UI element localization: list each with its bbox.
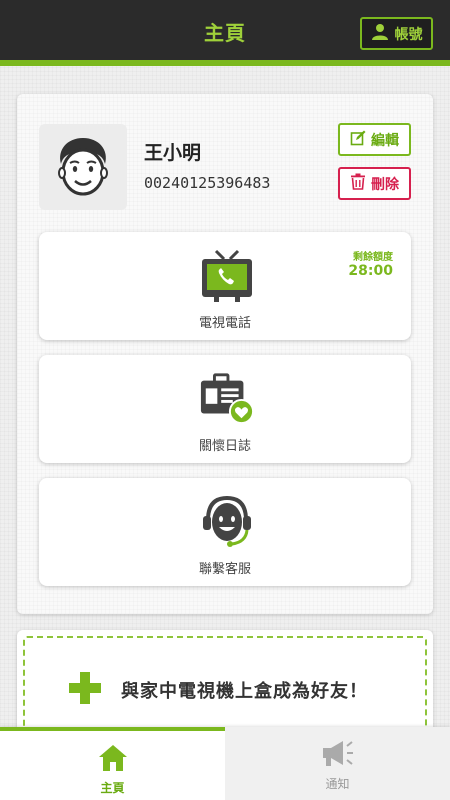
avatar bbox=[39, 124, 127, 210]
home-icon bbox=[0, 743, 225, 777]
profile-card: 王小明 00240125396483 編輯 刪除 剩餘額度 28:00 電視電話… bbox=[17, 94, 433, 614]
care-log-card[interactable]: 關懷日誌 bbox=[39, 355, 411, 463]
account-button-label: 帳號 bbox=[394, 26, 423, 43]
megaphone-icon bbox=[225, 739, 450, 773]
user-id: 00240125396483 bbox=[144, 174, 271, 192]
care-log-icon bbox=[199, 371, 255, 427]
account-button[interactable]: 帳號 bbox=[360, 17, 433, 50]
tv-phone-icon bbox=[199, 248, 255, 304]
elder-face-icon bbox=[58, 138, 108, 196]
edit-icon bbox=[350, 130, 366, 150]
plus-icon bbox=[67, 670, 103, 710]
customer-service-label: 聯繫客服 bbox=[198, 562, 251, 577]
tv-phone-card[interactable]: 剩餘額度 28:00 電視電話 bbox=[39, 232, 411, 340]
user-name: 王小明 bbox=[144, 142, 202, 164]
add-friend-label: 與家中電視機上盒成為好友！ bbox=[121, 681, 368, 702]
tab-home-label: 主頁 bbox=[100, 781, 125, 795]
add-friend-button[interactable]: 與家中電視機上盒成為好友！ bbox=[67, 672, 368, 708]
care-log-label: 關懷日誌 bbox=[198, 439, 251, 454]
quota-value: 28:00 bbox=[348, 263, 393, 279]
tab-notifications[interactable]: 通知 bbox=[225, 727, 450, 800]
tab-home[interactable]: 主頁 bbox=[0, 727, 225, 800]
tv-phone-label: 電視電話 bbox=[198, 316, 251, 331]
edit-button[interactable]: 編輯 bbox=[338, 123, 411, 156]
tab-notifications-label: 通知 bbox=[325, 777, 350, 791]
delete-button[interactable]: 刪除 bbox=[338, 167, 411, 200]
user-icon bbox=[371, 23, 389, 45]
edit-button-label: 編輯 bbox=[371, 132, 399, 149]
customer-service-card[interactable]: 聯繫客服 bbox=[39, 478, 411, 586]
trash-icon bbox=[350, 173, 366, 194]
delete-button-label: 刪除 bbox=[371, 176, 399, 193]
bottom-nav: 主頁 通知 bbox=[0, 727, 450, 800]
customer-service-icon bbox=[199, 494, 255, 550]
quota-label: 剩餘額度 bbox=[353, 252, 393, 263]
top-bar: 主頁 帳號 bbox=[0, 0, 450, 66]
